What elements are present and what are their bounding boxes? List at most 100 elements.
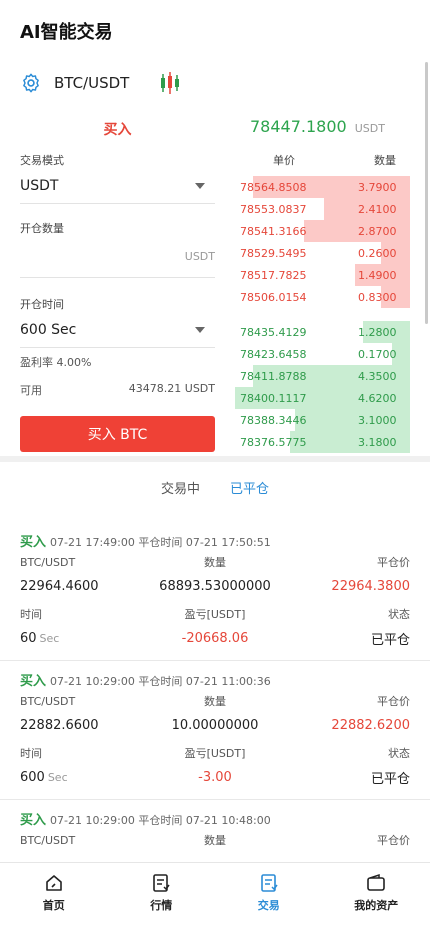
bid-row[interactable]: 78435.4129 1.2800 (228, 321, 430, 343)
status-badge: 已平仓 (370, 771, 410, 787)
ask-row[interactable]: 78529.5495 0.2600 (228, 242, 430, 264)
bid-row[interactable]: 78411.8788 4.3500 (228, 365, 430, 387)
mode-label: 交易模式 (20, 154, 64, 167)
duration-value: 60 (20, 630, 37, 646)
bid-price: 78411.8788 (240, 369, 307, 383)
ask-price: 78564.8508 (240, 180, 307, 194)
order-values: 22882.6600 10.00000000 22882.6200 (20, 712, 410, 738)
available-balance: 可用 43478.21 USDT (20, 382, 215, 398)
pnl-value: -3.00 (198, 769, 232, 785)
tab-trading[interactable]: 交易中 (161, 478, 200, 497)
qty-input[interactable]: USDT (20, 236, 215, 278)
order-labels: BTC/USDT 数量 平仓价 (20, 829, 410, 851)
divider (0, 456, 430, 462)
status-badge: 已平仓 (370, 632, 410, 648)
bid-qty: 3.1000 (358, 413, 397, 427)
order-form: 买入 交易模式 USDT 开仓数量 USDT 开仓时间 600 Sec 盈利率 … (20, 110, 215, 452)
header: AI智能交易 (0, 0, 430, 60)
pair-name[interactable]: BTC/USDT (54, 74, 129, 92)
order-side: 买入 (20, 535, 47, 550)
ask-row[interactable]: 78553.0837 2.4100 (228, 198, 430, 220)
current-price: 78447.1800 USDT (228, 110, 430, 144)
duration: 60 Sec (20, 631, 150, 646)
pair-label: BTC/USDT (20, 833, 76, 847)
order-times: 07-21 17:49:00 平仓时间 07-21 17:50:51 (50, 536, 271, 549)
duration-unit: Sec (39, 631, 60, 645)
tab-closed[interactable]: 已平仓 (230, 478, 269, 497)
order-card[interactable]: 买入 07-21 10:29:00 平仓时间 07-21 10:48:00 BTC/… (0, 800, 430, 862)
order-values-2: 60 Sec -20668.06 已平仓 (20, 625, 410, 651)
order-qty: 68893.53000000 (159, 578, 271, 594)
order-card[interactable]: 买入 07-21 10:29:00 平仓时间 07-21 11:00:36 BTC/… (0, 661, 430, 800)
nav-label: 我的资产 (354, 899, 399, 912)
bid-price: 78400.1117 (240, 391, 307, 405)
avail-value: 43478.21 USDT (128, 382, 215, 395)
ask-price: 78506.0154 (240, 290, 307, 304)
order-values-2: 600 Sec -3.00 已平仓 (20, 764, 410, 790)
bid-row[interactable]: 78388.3446 3.1000 (228, 409, 430, 431)
duration-unit: Sec (47, 770, 68, 784)
qty-header: 数量 (374, 154, 396, 167)
ask-list: 78564.8508 3.7900 78553.0837 2.4100 78541.31… (228, 176, 430, 308)
ask-row[interactable]: 78541.3166 2.8700 (228, 220, 430, 242)
time-label: 时间 (20, 608, 42, 621)
ask-price: 78553.0837 (240, 202, 307, 216)
ask-price: 78529.5495 (240, 246, 307, 260)
bid-list: 78435.4129 1.2800 78423.6458 0.1700 78411.87… (228, 321, 430, 453)
nav-assets[interactable]: 我的资产 (323, 863, 430, 932)
order-times: 07-21 10:29:00 平仓时间 07-21 11:00:36 (50, 675, 271, 688)
candlestick-icon[interactable] (159, 71, 181, 95)
ask-qty: 3.7900 (358, 180, 397, 194)
order-card[interactable]: 买入 07-21 17:49:00 平仓时间 07-21 17:50:51 BTC/… (0, 522, 430, 661)
bid-row[interactable]: 78400.1117 4.6200 (228, 387, 430, 409)
bid-row[interactable]: 78423.6458 0.1700 (228, 343, 430, 365)
time-label: 开仓时间 (20, 298, 64, 311)
bid-row[interactable]: 78376.5775 3.1800 (228, 431, 430, 453)
status-label: 状态 (388, 747, 410, 760)
price-value: 78447.1800 (250, 117, 347, 136)
order-values: 22964.4600 68893.53000000 22964.3800 (20, 573, 410, 599)
close-price-label: 平仓价 (377, 695, 410, 708)
buy-button[interactable]: 买入 BTC (20, 416, 215, 452)
close-price: 22882.6200 (331, 717, 410, 733)
ask-row[interactable]: 78564.8508 3.7900 (228, 176, 430, 198)
nav-label: 交易 (257, 899, 280, 912)
duration-value: 600 (20, 769, 45, 785)
price-unit: USDT (354, 122, 385, 135)
bid-qty: 1.2800 (358, 325, 397, 339)
order-qty: 10.00000000 (171, 717, 259, 733)
ask-row[interactable]: 78506.0154 0.8300 (228, 286, 430, 308)
ask-price: 78541.3166 (240, 224, 307, 238)
nav-home[interactable]: 首页 (0, 863, 108, 932)
qty-label: 开仓数量 (20, 222, 64, 235)
qty-label: 数量 (204, 556, 226, 569)
nav-market[interactable]: 行情 (108, 863, 216, 932)
nav-trade[interactable]: 交易 (215, 863, 323, 932)
home-icon (45, 875, 62, 891)
pnl-label: 盈亏[USDT] (184, 747, 246, 760)
price-header: 单价 (273, 154, 295, 167)
mode-select[interactable]: USDT (20, 168, 215, 204)
close-price-label: 平仓价 (377, 556, 410, 569)
chevron-down-icon (195, 182, 205, 189)
wallet-icon (367, 873, 386, 891)
buy-tab[interactable]: 买入 (20, 110, 215, 144)
close-price: 22964.3800 (331, 578, 410, 594)
time-select[interactable]: 600 Sec (20, 312, 215, 348)
trade-icon (260, 874, 278, 892)
bid-price: 78423.6458 (240, 347, 307, 361)
ask-qty: 0.8300 (358, 290, 397, 304)
bid-price: 78376.5775 (240, 435, 307, 449)
order-labels-2: 时间 盈亏[USDT] 状态 (20, 742, 410, 764)
gear-icon[interactable] (20, 72, 42, 94)
bid-qty: 4.6200 (358, 391, 397, 405)
pnl-value: -20668.06 (181, 630, 249, 646)
open-price: 22964.4600 (20, 578, 99, 594)
trade-area: 买入 交易模式 USDT 开仓数量 USDT 开仓时间 600 Sec 盈利率 … (0, 110, 430, 456)
nav-label: 行情 (150, 899, 173, 912)
scrollbar[interactable] (425, 62, 428, 324)
pair-selector[interactable]: BTC/USDT (0, 60, 430, 106)
bid-qty: 3.1800 (358, 435, 397, 449)
order-title: 买入 07-21 10:29:00 平仓时间 07-21 11:00:36 (20, 670, 410, 690)
ask-row[interactable]: 78517.7825 1.4900 (228, 264, 430, 286)
